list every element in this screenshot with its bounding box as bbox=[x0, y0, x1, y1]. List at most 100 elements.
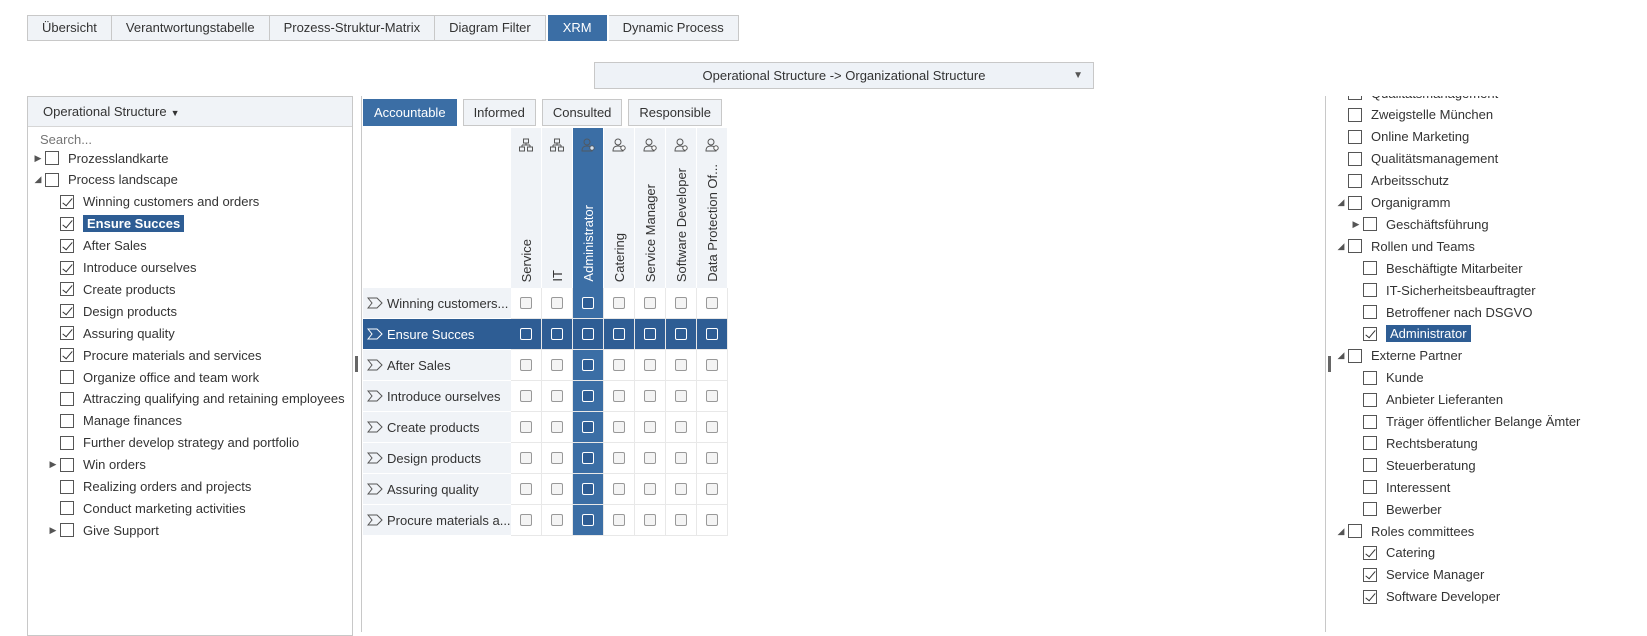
matrix-cell-checkbox[interactable] bbox=[542, 350, 573, 381]
matrix-checkbox[interactable] bbox=[706, 328, 718, 340]
matrix-checkbox[interactable] bbox=[613, 514, 625, 526]
matrix-checkbox[interactable] bbox=[613, 452, 625, 464]
tree-checkbox[interactable] bbox=[45, 151, 59, 165]
matrix-row-label[interactable]: Create products bbox=[363, 412, 511, 443]
matrix-checkbox[interactable] bbox=[706, 359, 718, 371]
matrix-cell-checkbox[interactable] bbox=[511, 412, 542, 443]
matrix-cell-checkbox[interactable] bbox=[573, 443, 604, 474]
matrix-checkbox[interactable] bbox=[644, 390, 656, 402]
tree-checkbox[interactable] bbox=[1363, 305, 1377, 319]
matrix-checkbox[interactable] bbox=[520, 514, 532, 526]
matrix-checkbox[interactable] bbox=[520, 390, 532, 402]
matrix-cell-checkbox[interactable] bbox=[511, 443, 542, 474]
matrix-cell-checkbox[interactable] bbox=[511, 381, 542, 412]
matrix-cell-checkbox[interactable] bbox=[697, 412, 728, 443]
tree-item[interactable]: Conduct marketing activities bbox=[46, 497, 246, 519]
expanded-triangle-icon[interactable]: ◢ bbox=[1334, 350, 1348, 361]
tree-checkbox[interactable] bbox=[1348, 173, 1362, 188]
tree-item[interactable]: Organize office and team work bbox=[46, 366, 259, 388]
tab-verantwortungstabelle[interactable]: Verantwortungstabelle bbox=[111, 15, 270, 41]
matrix-column-data-protection-of[interactable]: Data Protection Of... bbox=[697, 128, 728, 288]
structure-view-select[interactable]: Operational Structure -> Organizational … bbox=[594, 62, 1094, 89]
tree-checkbox[interactable] bbox=[60, 523, 74, 538]
matrix-checkbox[interactable] bbox=[675, 297, 687, 309]
matrix-checkbox[interactable] bbox=[582, 452, 594, 464]
tree-item[interactable]: ◢ Roles committees bbox=[1334, 520, 1475, 542]
tree-checkbox[interactable] bbox=[1363, 567, 1377, 582]
matrix-row-label[interactable]: Ensure Succes bbox=[363, 319, 511, 350]
tree-item[interactable]: Create products bbox=[46, 278, 176, 300]
tree-item[interactable]: Administrator bbox=[1349, 323, 1471, 345]
matrix-cell-checkbox[interactable] bbox=[635, 350, 666, 381]
tree-item[interactable]: ▶ Give Support bbox=[46, 519, 159, 541]
matrix-cell-checkbox[interactable] bbox=[573, 350, 604, 381]
matrix-checkbox[interactable] bbox=[551, 359, 563, 371]
tree-item[interactable]: Qualitätsmanagement bbox=[1334, 148, 1498, 170]
tree-item[interactable]: ◢ Externe Partner bbox=[1334, 345, 1463, 367]
matrix-cell-checkbox[interactable] bbox=[542, 412, 573, 443]
matrix-row-label[interactable]: Assuring quality bbox=[363, 474, 511, 505]
matrix-cell-checkbox[interactable] bbox=[666, 319, 697, 350]
matrix-checkbox[interactable] bbox=[675, 359, 687, 371]
matrix-checkbox[interactable] bbox=[520, 297, 532, 309]
matrix-cell-checkbox[interactable] bbox=[604, 350, 635, 381]
matrix-checkbox[interactable] bbox=[644, 452, 656, 464]
tree-item[interactable]: Betroffener nach DSGVO bbox=[1349, 301, 1532, 323]
matrix-cell-checkbox[interactable] bbox=[511, 288, 542, 319]
raci-tab-consulted[interactable]: Consulted bbox=[541, 99, 623, 126]
tree-checkbox[interactable] bbox=[1363, 589, 1377, 604]
matrix-cell-checkbox[interactable] bbox=[573, 474, 604, 505]
matrix-checkbox[interactable] bbox=[675, 328, 687, 340]
tree-item[interactable]: Online Marketing bbox=[1334, 126, 1469, 148]
matrix-checkbox[interactable] bbox=[613, 359, 625, 371]
matrix-checkbox[interactable] bbox=[520, 421, 532, 433]
tree-item[interactable]: Catering bbox=[1349, 542, 1435, 564]
matrix-checkbox[interactable] bbox=[582, 483, 594, 495]
collapsed-triangle-icon[interactable]: ▶ bbox=[46, 525, 60, 536]
tree-item[interactable]: Assuring quality bbox=[46, 322, 175, 344]
matrix-checkbox[interactable] bbox=[644, 297, 656, 309]
tree-item[interactable]: Kunde bbox=[1349, 367, 1424, 389]
tree-item[interactable]: Ensure Succes bbox=[46, 213, 185, 235]
matrix-checkbox[interactable] bbox=[551, 483, 563, 495]
tree-item[interactable]: Interessent bbox=[1349, 476, 1450, 498]
matrix-column-software-developer[interactable]: Software Developer bbox=[666, 128, 697, 288]
matrix-checkbox[interactable] bbox=[551, 390, 563, 402]
matrix-cell-checkbox[interactable] bbox=[573, 412, 604, 443]
tree-checkbox[interactable] bbox=[1363, 502, 1377, 517]
matrix-column-service[interactable]: Service bbox=[511, 128, 542, 288]
tree-item[interactable]: Procure materials and services bbox=[46, 344, 261, 366]
matrix-checkbox[interactable] bbox=[582, 390, 594, 402]
tree-item[interactable]: Zweigstelle München bbox=[1334, 104, 1493, 126]
tree-checkbox[interactable] bbox=[60, 413, 74, 428]
tree-item[interactable]: Beschäftigte Mitarbeiter bbox=[1349, 257, 1523, 279]
tree-checkbox[interactable] bbox=[60, 391, 74, 406]
tree-item[interactable]: IT-Sicherheitsbeauftragter bbox=[1349, 279, 1536, 301]
tree-item[interactable]: Qualitätsmanagement bbox=[1334, 96, 1498, 104]
matrix-checkbox[interactable] bbox=[551, 297, 563, 309]
matrix-cell-checkbox[interactable] bbox=[666, 505, 697, 536]
tree-checkbox[interactable] bbox=[1363, 326, 1377, 341]
tree-item[interactable]: ◢ Process landscape bbox=[31, 169, 178, 191]
collapsed-triangle-icon[interactable]: ▶ bbox=[31, 153, 45, 164]
matrix-cell-checkbox[interactable] bbox=[542, 381, 573, 412]
matrix-checkbox[interactable] bbox=[675, 514, 687, 526]
matrix-cell-checkbox[interactable] bbox=[635, 443, 666, 474]
tree-checkbox[interactable] bbox=[1348, 195, 1362, 210]
matrix-cell-checkbox[interactable] bbox=[511, 350, 542, 381]
matrix-cell-checkbox[interactable] bbox=[604, 505, 635, 536]
matrix-cell-checkbox[interactable] bbox=[635, 381, 666, 412]
matrix-cell-checkbox[interactable] bbox=[604, 412, 635, 443]
collapsed-triangle-icon[interactable]: ▶ bbox=[1349, 219, 1363, 230]
matrix-checkbox[interactable] bbox=[675, 452, 687, 464]
matrix-cell-checkbox[interactable] bbox=[511, 319, 542, 350]
matrix-cell-checkbox[interactable] bbox=[697, 319, 728, 350]
tree-item[interactable]: ◢ Rollen und Teams bbox=[1334, 235, 1475, 257]
tree-item[interactable]: Träger öffentlicher Belange Ämter bbox=[1349, 411, 1580, 433]
tree-checkbox[interactable] bbox=[1348, 151, 1362, 166]
matrix-cell-checkbox[interactable] bbox=[573, 505, 604, 536]
expanded-triangle-icon[interactable]: ◢ bbox=[1334, 197, 1348, 208]
matrix-checkbox[interactable] bbox=[613, 390, 625, 402]
tree-item[interactable]: ▶ Win orders bbox=[46, 454, 146, 476]
tree-checkbox[interactable] bbox=[1363, 283, 1377, 298]
